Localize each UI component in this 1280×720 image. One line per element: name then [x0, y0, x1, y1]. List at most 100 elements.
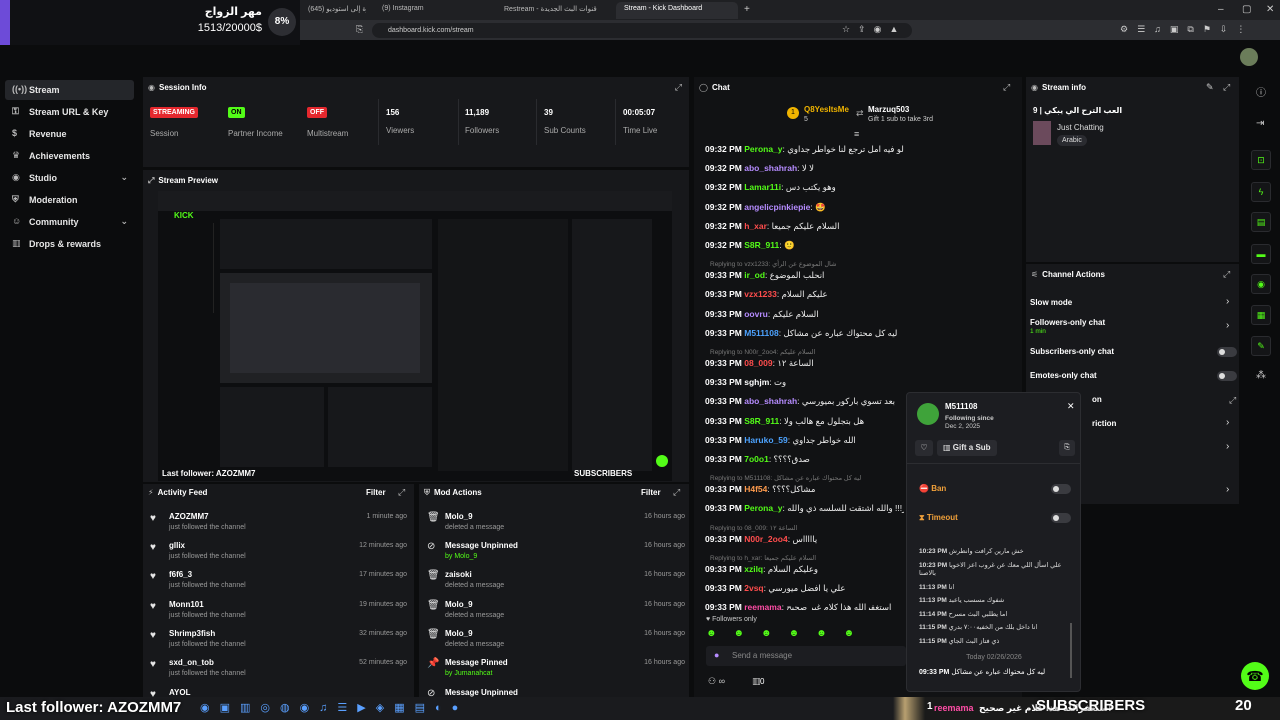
chat-username[interactable]: vzx1233 — [744, 289, 777, 299]
chat-message[interactable]: 09:32 PM S8R_911: 🙂 — [705, 240, 795, 251]
chat-username[interactable]: ir_od — [744, 270, 765, 280]
chat-username[interactable]: S8R_911 — [744, 416, 779, 426]
chat-username[interactable]: H4f54 — [744, 484, 767, 494]
expand-icon[interactable]: ⤢ — [398, 487, 405, 498]
chat-username[interactable]: abo_shahrah — [744, 163, 797, 173]
chat-message[interactable]: 09:33 PM 2vsq: علي يا افضل ميورسي — [705, 583, 845, 594]
wrench-icon[interactable]: ✎ — [1251, 336, 1271, 356]
follow-heart-button[interactable]: ♡ — [915, 440, 933, 456]
chat-message[interactable]: 09:33 PM M511108: ليه كل محتواك عباره عن… — [705, 328, 897, 339]
new-tab-icon[interactable]: + — [744, 4, 750, 15]
chat-message[interactable]: 09:32 PM angelicpinkiepie: 🤩 — [705, 202, 826, 213]
people-icon[interactable]: ⚇ ∞ — [708, 676, 725, 687]
chat-username[interactable]: S8R_911 — [744, 240, 779, 250]
expand-icon[interactable]: ⤢ — [675, 82, 682, 93]
clipboard-icon[interactable]: ▤ — [1251, 212, 1271, 232]
expand-icon[interactable]: ⤢ — [1223, 269, 1230, 280]
expand-icon[interactable]: ⤢ — [1229, 395, 1236, 406]
browser-tab-active[interactable]: Stream - Kick Dashboard — [616, 2, 738, 19]
chat-message[interactable]: 09:33 PM 08_009: الساعة ١٢ — [705, 358, 814, 369]
sidebar-item-revenue[interactable]: $ Revenue — [5, 124, 134, 144]
chevron-right-icon[interactable]: ⇥ — [1256, 118, 1264, 129]
chevron-right-icon[interactable]: › — [1226, 417, 1229, 428]
chat-message[interactable]: 09:32 PM Lamar11i: وهو يكتب دس — [705, 182, 836, 193]
chat-username[interactable]: angelicpinkiepie — [744, 202, 810, 212]
sidebar-item-stream[interactable]: ((•)) Stream — [5, 80, 134, 100]
emotes-only-toggle[interactable] — [1217, 371, 1237, 381]
chat-message[interactable]: 09:32 PM h_xar: السلام عليكم جميعا — [705, 221, 839, 232]
chat-input[interactable]: ● Send a message — [706, 646, 906, 666]
edit-icon[interactable]: ✎ — [1206, 82, 1214, 93]
chat-username[interactable]: h_xar — [744, 221, 767, 231]
sidebar-item-moderation[interactable]: ⛨ Moderation — [5, 190, 134, 210]
chat-message[interactable]: 09:33 PM xzilq: وعليكم السلام — [705, 564, 818, 575]
chat-message[interactable]: 09:32 PM Perona_y: اضحك لو فيه امل ترجع … — [705, 144, 904, 155]
filter-button[interactable]: Filter — [366, 488, 386, 497]
chat-username[interactable]: reemama — [744, 602, 781, 610]
chat-message[interactable]: 09:33 PM S8R_911: هل بتجلول مع هالب ولا — [705, 416, 864, 427]
gift-sub-button[interactable]: ▥ Gift a Sub — [937, 440, 997, 456]
chat-username[interactable]: oovru — [744, 309, 768, 319]
copy-icon[interactable]: ⎘ — [1059, 440, 1075, 456]
sidebar-item-studio[interactable]: ◉ Studio ⌄ — [5, 168, 134, 188]
chat-username[interactable]: abo_shahrah — [744, 396, 797, 406]
browser-tab[interactable]: (9) Instagram — [374, 2, 492, 19]
chat-message[interactable]: 09:33 PM H4f54: مشاكل؟؟؟؟ — [705, 484, 815, 495]
bolt-icon[interactable]: ϟ — [1251, 182, 1271, 202]
chevron-right-icon[interactable]: › — [1226, 320, 1229, 331]
chat-message[interactable]: 09:33 PM Perona_y: اخير!!! والله اشتقت ل… — [705, 503, 904, 514]
scan-icon[interactable]: ⊡ — [1251, 150, 1271, 170]
sidebar-item-stream-url[interactable]: ⚿ Stream URL & Key — [5, 102, 134, 122]
browser-tab[interactable]: (645) من فكرة إلى استوديو — [300, 2, 366, 19]
chat-message[interactable]: 09:33 PM oovru: السلام عليكم — [705, 309, 819, 320]
chat-username[interactable]: 7o0o1 — [744, 454, 769, 464]
broadcast-icon[interactable]: ◉ — [1251, 274, 1271, 294]
chat-message[interactable]: 09:33 PM abo_shahrah: بعد تسوي باركور بم… — [705, 396, 895, 407]
sidebar-item-community[interactable]: ☺ Community ⌄ — [5, 212, 134, 232]
chat-username[interactable]: M511108 — [744, 328, 779, 338]
scrollbar[interactable] — [1070, 623, 1072, 678]
bookmark-icon[interactable]: ⎘ — [356, 24, 363, 35]
chat-message[interactable]: 09:33 PM vzx1233: عليكم السلام — [705, 289, 828, 300]
chat-username[interactable]: xzilq — [744, 564, 763, 574]
close-window-icon[interactable]: ✕ — [1266, 4, 1274, 15]
maximize-icon[interactable]: ▢ — [1242, 4, 1251, 15]
ban-toggle[interactable] — [1051, 484, 1071, 494]
collapse-icon[interactable]: ≡ — [854, 129, 859, 139]
emote-row[interactable]: ☻☻☻☻☻☻ — [706, 628, 886, 642]
support-chat-icon[interactable]: ☎ — [1241, 662, 1269, 690]
sidebar-item-achievements[interactable]: ♛ Achievements — [5, 146, 134, 166]
subscribers-only-toggle[interactable] — [1217, 347, 1237, 357]
chat-username[interactable]: 2vsq — [744, 583, 763, 593]
chevron-right-icon[interactable]: › — [1226, 484, 1229, 495]
info-icon[interactable]: ⓘ — [1256, 84, 1266, 99]
chat-username[interactable]: sghjm — [744, 377, 769, 387]
chevron-right-icon[interactable]: › — [1226, 296, 1229, 307]
browser-tab[interactable]: Restream - قنوات البث الجديدة — [496, 2, 608, 19]
stream-preview-video[interactable]: KICK Last follower: AZOZMM7 SUBSCRIBERS — [158, 191, 672, 481]
chat-username[interactable]: 08_009 — [744, 358, 772, 368]
chat-message[interactable]: 09:33 PM 7o0o1: صدق؟؟؟؟ — [705, 454, 810, 465]
extension-icons[interactable]: ⚙☰♫▣⧉⚑⇩⋮ — [1120, 24, 1254, 35]
address-field[interactable]: dashboard.kick.com/stream — [372, 23, 912, 38]
chat-username[interactable]: Perona_y — [744, 144, 782, 154]
nodes-icon[interactable]: ⁂ — [1256, 370, 1266, 381]
chat-username[interactable]: Haruko_59 — [744, 435, 787, 445]
expand-icon[interactable]: ⤢ — [673, 487, 680, 498]
chat-message[interactable]: 09:33 PM N00r_2oo4: ياااااس — [705, 534, 817, 545]
chat-message[interactable]: 09:32 PM abo_shahrah: لا لا — [705, 163, 814, 174]
chat-message[interactable]: 09:33 PM sghjm: وت — [705, 377, 786, 388]
expand-icon[interactable]: ⤢ — [1003, 82, 1010, 93]
expand-icon[interactable]: ⤢ — [1223, 82, 1230, 93]
chevron-right-icon[interactable]: › — [1226, 441, 1229, 452]
taskbar-app-icons[interactable]: ◉▣▥◎◍◉♫☰▶◈▦▤◐● — [200, 701, 468, 714]
timeout-toggle[interactable] — [1051, 513, 1071, 523]
chat-icon[interactable]: ▬ — [1251, 244, 1271, 264]
chat-message[interactable]: 09:33 PM ir_od: انحلب الموضوع — [705, 270, 824, 281]
filter-button[interactable]: Filter — [641, 488, 661, 497]
chat-message[interactable]: 09:33 PM reemama: استغفرالله هذا كلام غي… — [705, 602, 891, 610]
close-icon[interactable]: ✕ — [1067, 401, 1075, 412]
toolbar-icons[interactable]: ☆⇪◉▲ — [842, 24, 906, 35]
chat-username[interactable]: Perona_y — [744, 503, 782, 513]
chat-username[interactable]: N00r_2oo4 — [744, 534, 787, 544]
